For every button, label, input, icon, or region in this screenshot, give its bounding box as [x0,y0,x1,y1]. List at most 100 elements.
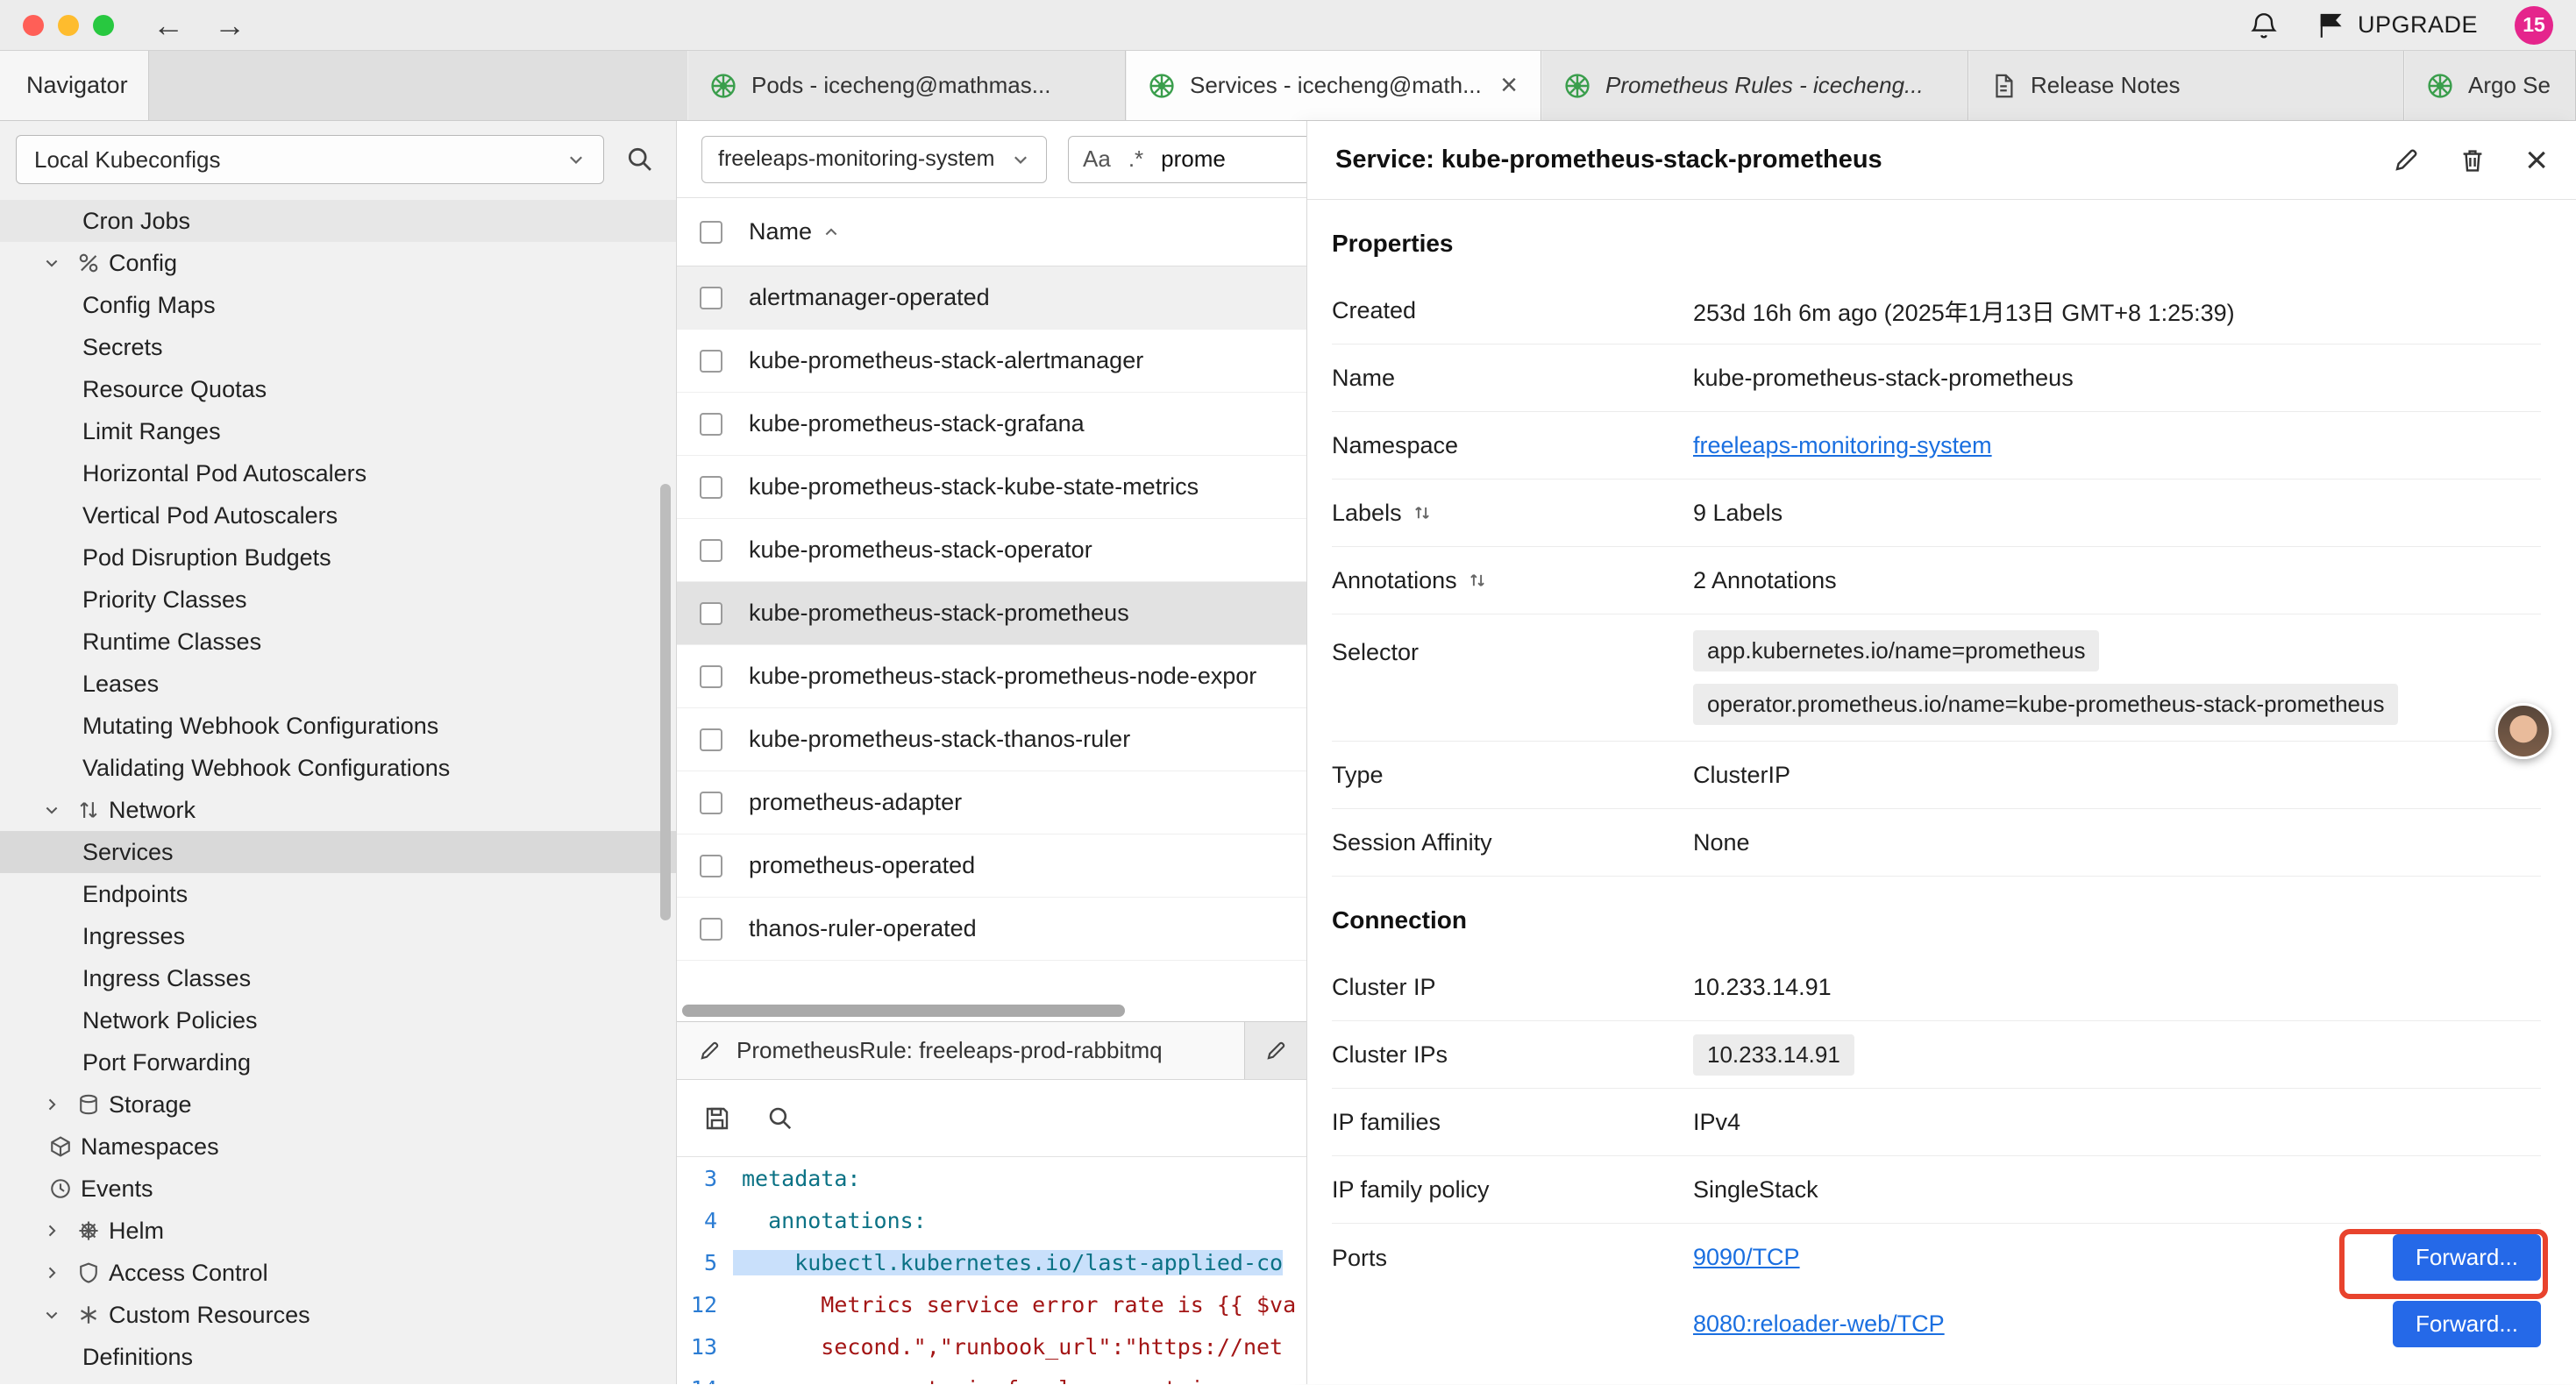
row-checkbox[interactable] [700,476,722,499]
tab-pods[interactable]: Pods - icecheng@mathmas... [687,51,1126,120]
sidebar-item-pod-disruption-budgets[interactable]: Pod Disruption Budgets [0,536,676,579]
sidebar-item-leases[interactable]: Leases [0,663,676,705]
tab-services[interactable]: Services - icecheng@math... × [1126,51,1541,120]
sidebar-item-services[interactable]: Services [0,831,676,873]
namespace-selector[interactable]: freeleaps-monitoring-system [701,136,1047,183]
table-row[interactable]: kube-prometheus-stack-thanos-ruler [677,708,1306,771]
kubeconfig-selector[interactable]: Local Kubeconfigs [16,135,604,184]
zoom-window-button[interactable] [93,15,114,36]
forward-button[interactable]: Forward... [2393,1301,2541,1347]
table-row[interactable]: kube-prometheus-stack-grafana [677,393,1306,456]
navigator-tree: Cron Jobs Config Config Maps Secrets Res… [0,198,676,1384]
editor-search-icon[interactable] [766,1104,794,1133]
sidebar-item-config-maps[interactable]: Config Maps [0,284,676,326]
sidebar-item-endpoints[interactable]: Endpoints [0,873,676,915]
sidebar-item-port-forwarding[interactable]: Port Forwarding [0,1041,676,1083]
close-tab-icon[interactable]: × [1498,68,1519,103]
sidebar-item-storage[interactable]: Storage [0,1083,676,1126]
horizontal-scrollbar[interactable] [682,1005,1125,1017]
tab-release-notes[interactable]: Release Notes [1968,51,2404,120]
edit-pencil-icon[interactable] [2392,146,2420,174]
table-row[interactable]: kube-prometheus-stack-alertmanager [677,330,1306,393]
sidebar-item-runtime-classes[interactable]: Runtime Classes [0,621,676,663]
sidebar-item-priority-classes[interactable]: Priority Classes [0,579,676,621]
sidebar-item-helm[interactable]: Helm [0,1210,676,1252]
back-button[interactable]: ← [153,7,184,44]
row-checkbox[interactable] [700,602,722,625]
tab-argo[interactable]: Argo Se [2404,51,2576,120]
row-checkbox[interactable] [700,728,722,751]
regex-toggle[interactable]: .* [1128,146,1143,173]
services-list-panel: freeleaps-monitoring-system Aa .* prome … [677,121,1306,1384]
table-row[interactable]: kube-prometheus-stack-kube-state-metrics [677,456,1306,519]
sidebar-item-horizontal-pod-autoscalers[interactable]: Horizontal Pod Autoscalers [0,452,676,494]
tab-prometheus-rules[interactable]: Prometheus Rules - icecheng... [1541,51,1968,120]
upgrade-button[interactable]: UPGRADE [2316,11,2478,40]
sort-updown-icon[interactable] [1468,571,1487,590]
navigator-panel-tab[interactable]: Navigator [0,51,149,120]
avatar[interactable] [2495,703,2551,759]
table-row[interactable]: thanos-ruler-operated [677,898,1306,961]
port-link-9090[interactable]: 9090/TCP [1693,1244,1800,1271]
row-checkbox[interactable] [700,665,722,688]
sidebar-item-limit-ranges[interactable]: Limit Ranges [0,410,676,452]
sort-updown-icon[interactable] [1413,503,1432,522]
sidebar-item-mutating-webhook-configurations[interactable]: Mutating Webhook Configurations [0,705,676,747]
sidebar-item-events[interactable]: Events [0,1168,676,1210]
dock-tab-prometheusrule[interactable]: PrometheusRule: freeleaps-prod-rabbitmq [677,1022,1245,1079]
sidebar-item-network[interactable]: Network [0,789,676,831]
helm-icon [68,1219,109,1242]
table-row[interactable]: alertmanager-operated [677,266,1306,330]
sidebar-item-ingresses[interactable]: Ingresses [0,915,676,957]
save-icon[interactable] [703,1104,731,1133]
match-case-toggle[interactable]: Aa [1083,146,1111,173]
editor-line: 12 Metrics service error rate is {{ $va [677,1283,1306,1325]
sidebar-search-icon[interactable] [620,145,660,174]
dock-tab-next[interactable] [1245,1022,1306,1079]
table-row-selected[interactable]: kube-prometheus-stack-prometheus [677,582,1306,645]
list-search-input[interactable]: Aa .* prome [1068,136,1306,183]
forward-button[interactable]: Forward... [2393,1234,2541,1281]
row-checkbox[interactable] [700,539,722,562]
close-panel-icon[interactable]: × [2525,141,2548,180]
row-checkbox[interactable] [700,792,722,814]
table-row[interactable]: prometheus-adapter [677,771,1306,835]
annotations-count[interactable]: 2 Annotations [1693,567,2541,594]
sidebar-item-resource-quotas[interactable]: Resource Quotas [0,368,676,410]
delete-trash-icon[interactable] [2459,146,2487,174]
sidebar-item-access-control[interactable]: Access Control [0,1252,676,1294]
kubernetes-cluster-icon [2426,72,2454,100]
sidebar-item-cron-jobs[interactable]: Cron Jobs [0,200,676,242]
row-checkbox[interactable] [700,287,722,309]
name-column-header[interactable]: Name [749,218,840,245]
namespace-link[interactable]: freeleaps-monitoring-system [1693,432,1992,458]
close-window-button[interactable] [23,15,44,36]
port-link-8080[interactable]: 8080:reloader-web/TCP [1693,1310,1945,1338]
sidebar-item-namespaces[interactable]: Namespaces [0,1126,676,1168]
select-all-checkbox[interactable] [700,221,722,244]
table-row[interactable]: kube-prometheus-stack-operator [677,519,1306,582]
row-checkbox[interactable] [700,350,722,373]
sidebar-item-validating-webhook-configurations[interactable]: Validating Webhook Configurations [0,747,676,789]
sidebar-item-definitions[interactable]: Definitions [0,1336,676,1378]
row-checkbox[interactable] [700,855,722,877]
sidebar-item-custom-resources[interactable]: Custom Resources [0,1294,676,1336]
sidebar-item-vertical-pod-autoscalers[interactable]: Vertical Pod Autoscalers [0,494,676,536]
sidebar-item-ingress-classes[interactable]: Ingress Classes [0,957,676,999]
sidebar-scrollbar[interactable] [660,484,671,920]
row-checkbox[interactable] [700,413,722,436]
session-affinity-value: None [1693,829,2541,856]
notification-count-badge[interactable]: 15 [2515,6,2553,45]
row-checkbox[interactable] [700,918,722,941]
yaml-editor[interactable]: 3 metadata: 4 annotations: 5 kubectl.kub… [677,1157,1306,1384]
forward-button[interactable]: → [214,7,246,44]
sidebar-item-config[interactable]: Config [0,242,676,284]
table-row[interactable]: kube-prometheus-stack-prometheus-node-ex… [677,645,1306,708]
sidebar-item-network-policies[interactable]: Network Policies [0,999,676,1041]
sidebar-item-secrets[interactable]: Secrets [0,326,676,368]
editor-line: 3 metadata: [677,1157,1306,1199]
labels-count[interactable]: 9 Labels [1693,500,2541,527]
notifications-bell-icon[interactable] [2249,11,2279,40]
table-row[interactable]: prometheus-operated [677,835,1306,898]
minimize-window-button[interactable] [58,15,79,36]
